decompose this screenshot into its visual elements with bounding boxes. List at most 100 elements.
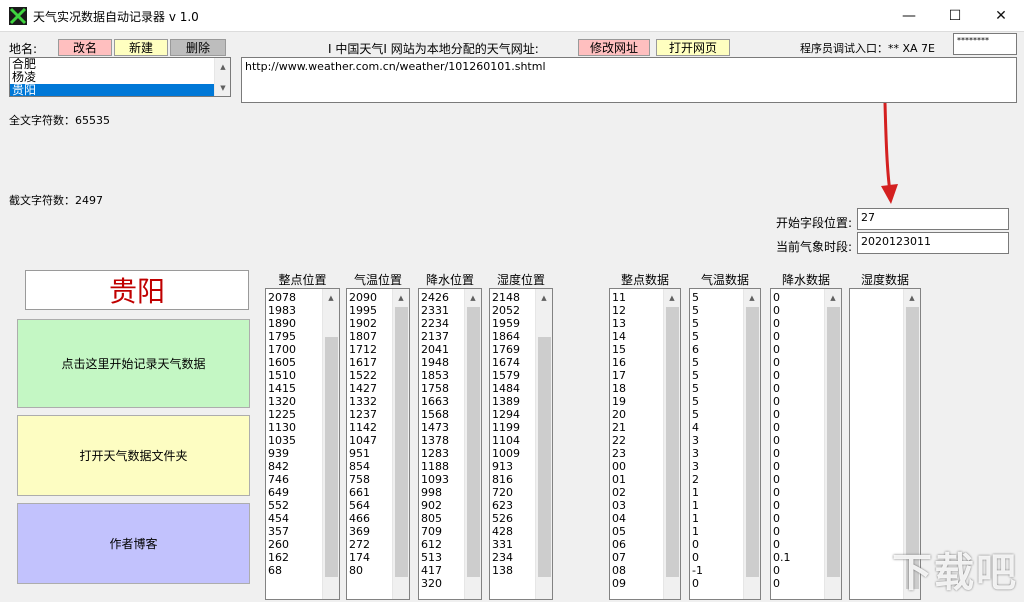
scroll-up-icon[interactable]: ▲ — [744, 289, 760, 306]
list-item[interactable]: 913 — [492, 460, 536, 473]
list-item[interactable]: 14 — [612, 330, 664, 343]
list-item[interactable]: 0.1 — [773, 551, 825, 564]
list-item[interactable]: 1605 — [268, 356, 323, 369]
list-item[interactable]: 138 — [492, 564, 536, 577]
list-item[interactable]: 612 — [421, 538, 465, 551]
hour-data-list[interactable]: 11 12 13 14 15 16 17 18 19 20 21 22 23 00 01 02 03 04 05 06… — [609, 288, 681, 600]
list-item[interactable]: 3 — [692, 447, 744, 460]
list-item[interactable]: 1047 — [349, 434, 393, 447]
list-item[interactable]: 1378 — [421, 434, 465, 447]
list-item[interactable]: 1389 — [492, 395, 536, 408]
list-item[interactable]: 2234 — [421, 317, 465, 330]
list-item[interactable]: 320 — [421, 577, 465, 590]
list-item[interactable]: 1902 — [349, 317, 393, 330]
list-item[interactable]: 21 — [612, 421, 664, 434]
url-textbox[interactable]: http://www.weather.com.cn/weather/101260… — [241, 57, 1017, 103]
list-item[interactable]: 1199 — [492, 421, 536, 434]
list-item[interactable]: 5 — [692, 369, 744, 382]
list-item[interactable]: 2078 — [268, 291, 323, 304]
list-item[interactable]: 1948 — [421, 356, 465, 369]
list-item[interactable]: 07 — [612, 551, 664, 564]
rain-position-list[interactable]: 2426 2331 2234 2137 2041 1948 1853 1758 1663 1568… — [418, 288, 482, 600]
list-item[interactable]: 1294 — [492, 408, 536, 421]
list-item[interactable]: 0 — [773, 382, 825, 395]
list-item[interactable]: 03 — [612, 499, 664, 512]
hour-position-list[interactable]: 2078 1983 1890 1795 1700 1605 1510 1415 1320 1225… — [265, 288, 340, 600]
list-item[interactable]: 805 — [421, 512, 465, 525]
list-item[interactable]: 2148 — [492, 291, 536, 304]
scroll-thumb[interactable] — [538, 337, 551, 577]
list-item[interactable]: 1959 — [492, 317, 536, 330]
list-scrollbar[interactable]: ▲ — [535, 289, 552, 599]
list-item[interactable]: 1568 — [421, 408, 465, 421]
maximize-button[interactable]: ☐ — [932, 0, 978, 32]
list-item[interactable]: 68 — [268, 564, 323, 577]
list-item[interactable]: 17 — [612, 369, 664, 382]
list-item[interactable]: 564 — [349, 499, 393, 512]
list-item[interactable]: 842 — [268, 460, 323, 473]
list-item[interactable]: 1188 — [421, 460, 465, 473]
place-listbox[interactable]: 合肥 杨凌 贵阳 ▲ ▼ — [9, 57, 231, 97]
scroll-up-icon[interactable]: ▲ — [825, 289, 841, 306]
list-item[interactable]: 08 — [612, 564, 664, 577]
list-item[interactable]: 1415 — [268, 382, 323, 395]
list-item[interactable]: 162 — [268, 551, 323, 564]
list-item[interactable]: 369 — [349, 525, 393, 538]
list-item[interactable]: 2041 — [421, 343, 465, 356]
list-item[interactable]: 902 — [421, 499, 465, 512]
list-item[interactable]: 0 — [773, 343, 825, 356]
list-item[interactable]: 0 — [773, 408, 825, 421]
list-item[interactable]: 0 — [773, 512, 825, 525]
list-item[interactable]: 1807 — [349, 330, 393, 343]
rename-button[interactable]: 改名 — [58, 39, 112, 56]
list-item[interactable]: 1853 — [421, 369, 465, 382]
list-item[interactable]: 1890 — [268, 317, 323, 330]
list-item[interactable]: 1983 — [268, 304, 323, 317]
list-item[interactable]: 0 — [692, 551, 744, 564]
list-item[interactable]: 0 — [773, 577, 825, 590]
list-item[interactable]: 0 — [773, 473, 825, 486]
list-item[interactable]: 2426 — [421, 291, 465, 304]
list-item[interactable]: 00 — [612, 460, 664, 473]
list-item[interactable]: 951 — [349, 447, 393, 460]
list-item[interactable]: 1035 — [268, 434, 323, 447]
list-item[interactable]: 1864 — [492, 330, 536, 343]
list-item[interactable]: 01 — [612, 473, 664, 486]
place-item[interactable]: 合肥 — [10, 58, 230, 71]
place-item[interactable]: 贵阳 — [10, 84, 230, 96]
list-item[interactable]: 234 — [492, 551, 536, 564]
place-list-scrollbar[interactable]: ▲ ▼ — [214, 58, 230, 96]
list-item[interactable]: 0 — [773, 395, 825, 408]
list-item[interactable]: 0 — [773, 369, 825, 382]
list-item[interactable]: 5 — [692, 382, 744, 395]
list-item[interactable]: 1320 — [268, 395, 323, 408]
debug-password-input[interactable]: ******** — [953, 33, 1017, 55]
list-item[interactable]: 5 — [692, 291, 744, 304]
list-item[interactable]: 331 — [492, 538, 536, 551]
list-item[interactable]: 1104 — [492, 434, 536, 447]
list-item[interactable]: 20 — [612, 408, 664, 421]
list-item[interactable]: 417 — [421, 564, 465, 577]
list-item[interactable]: 623 — [492, 499, 536, 512]
list-item[interactable]: -1 — [692, 564, 744, 577]
list-item[interactable]: 5 — [692, 356, 744, 369]
list-item[interactable]: 0 — [773, 421, 825, 434]
scroll-thumb[interactable] — [467, 307, 480, 577]
list-scrollbar[interactable]: ▲ — [464, 289, 481, 599]
new-button[interactable]: 新建 — [114, 39, 168, 56]
list-item[interactable]: 12 — [612, 304, 664, 317]
list-item[interactable]: 0 — [773, 460, 825, 473]
list-item[interactable]: 939 — [268, 447, 323, 460]
list-item[interactable]: 1 — [692, 486, 744, 499]
list-item[interactable]: 0 — [773, 291, 825, 304]
list-item[interactable]: 709 — [421, 525, 465, 538]
list-item[interactable]: 0 — [773, 447, 825, 460]
list-item[interactable]: 80 — [349, 564, 393, 577]
list-item[interactable]: 11 — [612, 291, 664, 304]
list-item[interactable]: 1427 — [349, 382, 393, 395]
list-item[interactable]: 0 — [692, 577, 744, 590]
title-bar[interactable]: 天气实况数据自动记录器 v 1.0 — ☐ ✕ — [0, 0, 1024, 32]
list-item[interactable]: 09 — [612, 577, 664, 590]
list-item[interactable]: 1758 — [421, 382, 465, 395]
list-item[interactable]: 720 — [492, 486, 536, 499]
